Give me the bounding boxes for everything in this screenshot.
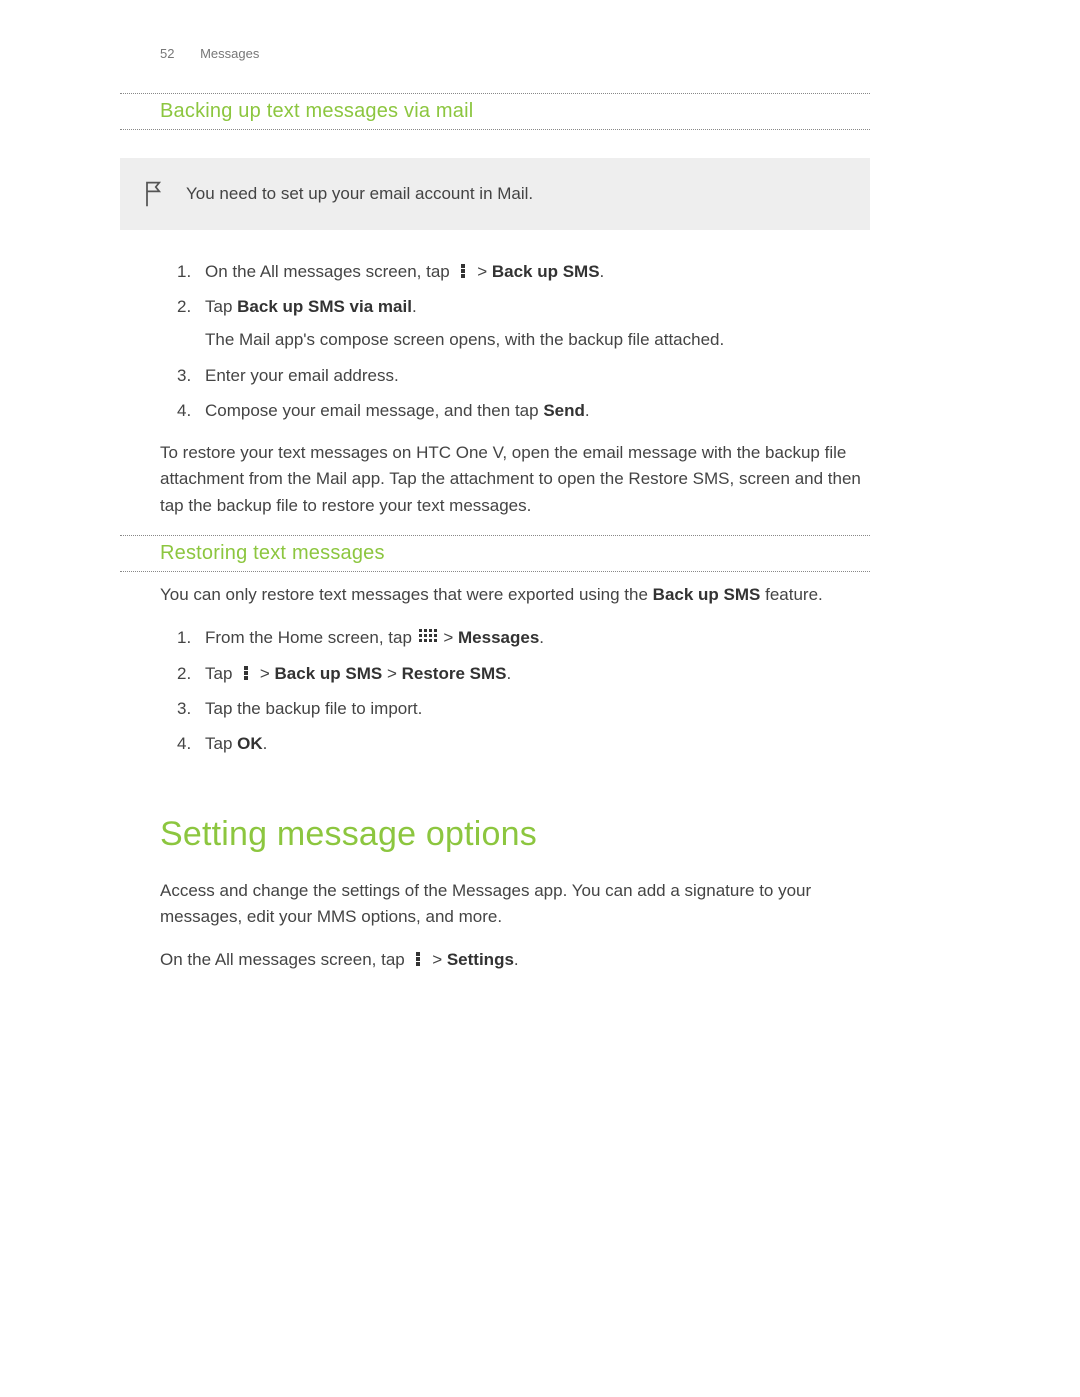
step-item: On the All messages screen, tap > Back u…	[205, 258, 870, 285]
document-page: 52 Messages Backing up text messages via…	[120, 46, 960, 973]
step-item: Compose your email message, and then tap…	[205, 397, 870, 424]
steps-list-restore: From the Home screen, tap > Messages. Ta…	[120, 624, 870, 757]
chapter-name: Messages	[200, 46, 259, 61]
step-item: Tap Back up SMS via mail. The Mail app's…	[205, 293, 870, 353]
note-text: You need to set up your email account in…	[186, 184, 533, 204]
page-header: 52 Messages	[120, 46, 870, 61]
settings-line: On the All messages screen, tap > Settin…	[120, 947, 870, 973]
step-sub-text: The Mail app's compose screen opens, wit…	[205, 326, 870, 353]
restore-intro: You can only restore text messages that …	[120, 582, 870, 608]
page-number: 52	[160, 46, 174, 61]
menu-dots-icon	[411, 949, 425, 965]
apps-grid-icon	[419, 626, 437, 642]
settings-paragraph: Access and change the settings of the Me…	[120, 878, 870, 931]
flag-icon	[136, 180, 172, 208]
restore-paragraph: To restore your text messages on HTC One…	[120, 440, 870, 519]
section-restoring-title: Restoring text messages	[120, 535, 870, 572]
menu-dots-icon	[239, 662, 253, 678]
step-item: Enter your email address.	[205, 362, 870, 389]
step-item: Tap > Back up SMS > Restore SMS.	[205, 660, 870, 687]
section-setting-options-title: Setting message options	[120, 815, 870, 854]
step-item: Tap the backup file to import.	[205, 695, 870, 722]
steps-list-backup: On the All messages screen, tap > Back u…	[120, 258, 870, 424]
note-block: You need to set up your email account in…	[120, 158, 870, 230]
section-backing-up-title: Backing up text messages via mail	[120, 93, 870, 130]
menu-dots-icon	[456, 260, 470, 276]
step-item: Tap OK.	[205, 730, 870, 757]
step-item: From the Home screen, tap > Messages.	[205, 624, 870, 651]
